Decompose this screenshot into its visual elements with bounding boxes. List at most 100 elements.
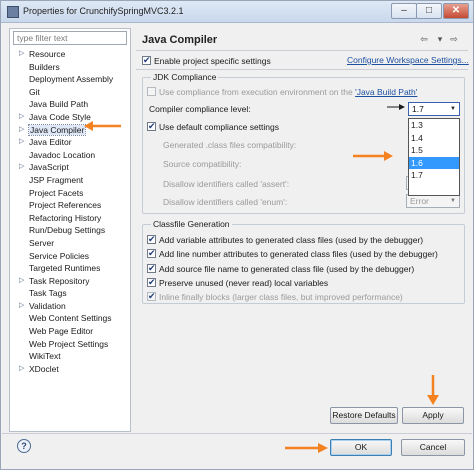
dropdown-option[interactable]: 1.6	[409, 156, 459, 170]
title-separator	[136, 50, 468, 51]
annotation-arrow-icon	[285, 443, 328, 453]
source-compat-label: Source compatibility:	[163, 159, 242, 169]
tree-item[interactable]: Run/Debug Settings	[10, 224, 130, 237]
compliance-level-select[interactable]: 1.7 ▼	[408, 102, 460, 116]
forward-arrow-icon[interactable]: ⇨	[448, 33, 460, 45]
use-exec-env-checkbox[interactable]	[147, 87, 156, 96]
tree-item[interactable]: Git	[10, 86, 130, 99]
tree-item[interactable]: JSP Fragment	[10, 174, 130, 187]
maximize-button[interactable]: □	[416, 3, 442, 19]
tree-item[interactable]: Refactoring History	[10, 212, 130, 225]
disallow-assert-label: Disallow identifiers called 'assert':	[163, 179, 290, 189]
tree-item[interactable]: Web Project Settings	[10, 338, 130, 351]
enable-specific-row[interactable]: Enable project specific settings	[142, 54, 271, 67]
close-button[interactable]: ✕	[443, 3, 469, 19]
tree-item[interactable]: Deployment Assembly	[10, 73, 130, 86]
dropdown-option[interactable]: 1.3	[409, 119, 459, 132]
tree-item-label: Task Repository	[29, 275, 90, 286]
configure-workspace-link[interactable]: Configure Workspace Settings...	[347, 55, 469, 65]
cf-inline-checkbox[interactable]	[147, 290, 156, 302]
annotation-arrow-icon	[84, 121, 121, 131]
expand-arrow-icon[interactable]: ▷	[19, 363, 24, 376]
property-pages-pane: ▷ Resource Builders Deployment AssemblyGit J…	[9, 28, 131, 432]
tree-item[interactable]: Javadoc Location	[10, 149, 130, 162]
tree-item[interactable]: WikiText	[10, 350, 130, 363]
expand-arrow-icon[interactable]: ▷	[19, 111, 24, 124]
tree-item[interactable]: Web Page Editor	[10, 325, 130, 338]
dropdown-option[interactable]: 1.4	[409, 132, 459, 145]
tree-item-label: Web Page Editor	[29, 326, 94, 337]
expand-arrow-icon[interactable]: ▷	[19, 161, 24, 174]
compliance-level-dropdown-list[interactable]: 1.3 1.4 1.5 1.6 1.7	[408, 118, 460, 196]
tree-item[interactable]: Targeted Runtimes	[10, 262, 130, 275]
ok-button[interactable]: OK	[330, 439, 392, 456]
tree-item-label: Targeted Runtimes	[29, 263, 101, 274]
expand-arrow-icon[interactable]: ▷	[19, 136, 24, 149]
tree-item[interactable]: ▷ JavaScript	[10, 161, 130, 174]
tree-item-label: Run/Debug Settings	[29, 225, 106, 236]
use-default-checkbox[interactable]	[147, 120, 156, 132]
dropdown-option[interactable]: 1.7	[409, 169, 459, 182]
apply-button[interactable]: Apply	[402, 407, 464, 424]
tree-item[interactable]: Project Facets	[10, 187, 130, 200]
cf-line-checkbox[interactable]	[147, 247, 156, 259]
cf-vars-row[interactable]: Add variable attributes to generated cla…	[147, 233, 423, 246]
tree-item[interactable]: Task Tags	[10, 287, 130, 300]
tree-item-label: Java Compiler	[27, 123, 87, 136]
tree-item[interactable]: ▷ Validation	[10, 300, 130, 313]
tree-item-label: Resource	[29, 49, 66, 59]
tree-item-label: Java Code Style	[29, 111, 91, 122]
page-title: Java Compiler	[142, 34, 218, 46]
expand-arrow-icon[interactable]: ▷	[19, 124, 24, 137]
tree-item[interactable]: ▷ Task Repository	[10, 275, 130, 288]
tree-item[interactable]: ▷ Java Editor	[10, 136, 130, 149]
cf-source-checkbox[interactable]	[147, 262, 156, 274]
tree-item-label: Javadoc Location	[29, 149, 96, 160]
use-exec-env-row[interactable]: Use compliance from execution environmen…	[147, 86, 417, 98]
back-arrow-icon[interactable]: ⇦	[418, 33, 430, 45]
expand-arrow-icon[interactable]: ▷	[19, 48, 24, 61]
cf-preserve-row[interactable]: Preserve unused (never read) local varia…	[147, 276, 328, 289]
filter-input[interactable]	[13, 31, 127, 45]
tree-item-label: Deployment Assembly	[29, 74, 114, 85]
tree-item[interactable]: Web Content Settings	[10, 312, 130, 325]
disallow-enum-select[interactable]: Error ▼	[406, 194, 460, 208]
tree-item-label: Task Tags	[29, 288, 67, 299]
annotation-arrow-icon	[353, 151, 393, 161]
cf-preserve-checkbox[interactable]	[147, 276, 156, 288]
disallow-enum-value: Error	[410, 196, 429, 206]
dropdown-arrow-icon[interactable]: ▾	[434, 33, 446, 45]
tree-item-label: Java Build Path	[29, 99, 89, 110]
tree-item[interactable]: Server	[10, 237, 130, 250]
use-default-label: Use default compliance settings	[159, 122, 280, 132]
chevron-down-icon: ▼	[450, 198, 456, 204]
compliance-level-label: Compiler compliance level:	[149, 104, 251, 114]
tree-item[interactable]: Builders	[10, 61, 130, 74]
expand-arrow-icon[interactable]: ▷	[19, 275, 24, 288]
tree-item[interactable]: Project References	[10, 199, 130, 212]
tree-item[interactable]: ▷ XDoclet	[10, 363, 130, 376]
enable-specific-checkbox[interactable]	[142, 54, 151, 66]
cf-source-row[interactable]: Add source file name to generated class …	[147, 262, 414, 275]
help-icon[interactable]: ?	[17, 439, 31, 453]
restore-defaults-button[interactable]: Restore Defaults	[330, 407, 398, 424]
tree-item-label: Server	[29, 237, 55, 248]
cancel-button[interactable]: Cancel	[401, 439, 465, 456]
tree-item[interactable]: Java Build Path	[10, 98, 130, 111]
tree-item-label: Refactoring History	[29, 212, 102, 223]
tree-item-label: Service Policies	[29, 250, 89, 261]
property-pages-tree: ▷ Resource Builders Deployment Assembly Git J…	[10, 48, 130, 375]
java-build-path-link[interactable]: 'Java Build Path'	[355, 87, 417, 97]
cf-inline-row[interactable]: Inline finally blocks (larger class file…	[147, 290, 403, 303]
cf-vars-checkbox[interactable]	[147, 233, 156, 245]
compliance-level-value: 1.7	[412, 104, 424, 114]
eclipse-window-icon	[7, 6, 19, 18]
dropdown-option[interactable]: 1.5	[409, 144, 459, 157]
minimize-button[interactable]: –	[391, 3, 417, 19]
cf-inline-label: Inline finally blocks (larger class file…	[159, 292, 403, 302]
cf-line-row[interactable]: Add line number attributes to generated …	[147, 247, 438, 260]
tree-item[interactable]: Service Policies	[10, 250, 130, 263]
expand-arrow-icon[interactable]: ▷	[19, 300, 24, 313]
tree-item[interactable]: ▷ Resource	[10, 48, 130, 61]
use-default-row[interactable]: Use default compliance settings	[147, 120, 280, 133]
